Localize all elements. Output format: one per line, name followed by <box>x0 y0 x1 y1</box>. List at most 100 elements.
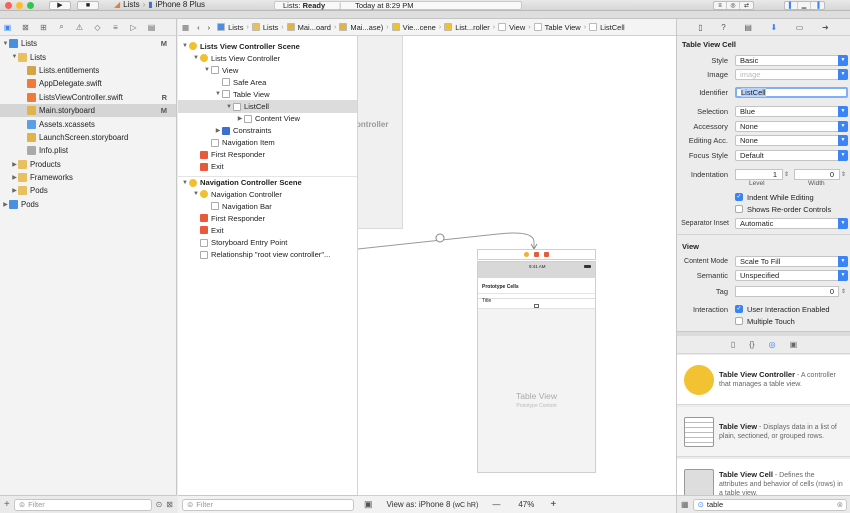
zoom-in-button[interactable]: + <box>550 499 556 510</box>
jump-bar-crumb[interactable]: List...roller <box>441 23 493 32</box>
indent-while-editing-checkbox[interactable]: ✓ <box>735 193 743 201</box>
outline-item[interactable]: Exit <box>178 161 357 173</box>
zoom-level[interactable]: 47% <box>518 500 534 509</box>
editing-accessory-popup[interactable]: None ▼ <box>735 134 848 146</box>
navigator-toggle-icon[interactable]: ▌ <box>785 2 798 9</box>
debug-navigator-tab-icon[interactable]: ≡ <box>111 23 120 32</box>
outline-item[interactable]: ▼ View <box>178 64 357 76</box>
indent-width-field[interactable]: 0 <box>794 168 840 180</box>
outline-item[interactable]: First Responder <box>178 212 357 224</box>
breakpoint-navigator-tab-icon[interactable]: ▷ <box>129 23 138 32</box>
outline-item[interactable]: Navigation Bar <box>178 200 357 212</box>
style-popup[interactable]: Basic ▼ <box>735 54 848 66</box>
navigator-item[interactable]: Info.plist <box>0 144 176 157</box>
navigator-item[interactable]: Main.storyboard M <box>0 103 176 118</box>
navigator-item[interactable]: ▶ Products <box>0 158 176 171</box>
outline-item[interactable]: Exit <box>178 224 357 236</box>
focus-style-popup[interactable]: Default ▼ <box>735 149 848 161</box>
tag-stepper[interactable]: ⇕ <box>841 288 846 295</box>
disclosure-triangle-icon[interactable]: ▶ <box>11 161 18 168</box>
first-responder-dock-icon[interactable] <box>534 252 539 257</box>
cell-resize-handle[interactable] <box>534 304 539 308</box>
outline-item[interactable]: First Responder <box>178 149 357 161</box>
indent-level-stepper[interactable]: ⇕ <box>784 171 789 178</box>
media-library-icon[interactable]: ▣ <box>790 340 798 349</box>
outline-item[interactable]: ▼ Navigation Controller <box>178 188 357 200</box>
zoom-window-button[interactable] <box>27 1 34 9</box>
disclosure-triangle-icon[interactable]: ▶ <box>11 187 18 194</box>
minimize-window-button[interactable] <box>16 1 23 9</box>
find-navigator-tab-icon[interactable]: ⌕ <box>57 22 66 32</box>
outline-scene[interactable]: ▼ Lists View Controller Scene <box>178 40 357 52</box>
stop-button[interactable]: ■ <box>77 0 99 10</box>
multiple-touch-checkbox[interactable] <box>735 317 743 325</box>
outline-item[interactable]: ▶ Content View <box>178 113 357 125</box>
accessory-popup[interactable]: None ▼ <box>735 120 848 132</box>
separator-inset-popup[interactable]: Automatic ▼ <box>735 217 848 229</box>
outline-item[interactable]: ▼ Table View <box>178 88 357 100</box>
navigator-item[interactable]: ▼ Lists <box>0 50 176 63</box>
navigator-item[interactable]: AppDelegate.swift <box>0 77 176 90</box>
navigator-item[interactable]: Assets.xcassets <box>0 117 176 130</box>
disclosure-triangle-icon[interactable]: ▼ <box>214 91 222 97</box>
shows-reorder-checkbox[interactable] <box>735 205 743 213</box>
navigator-item[interactable]: ▶ Frameworks <box>0 171 176 184</box>
disclosure-triangle-icon[interactable]: ▶ <box>214 127 222 134</box>
quick-help-tab-icon[interactable]: ? <box>721 23 725 32</box>
disclosure-triangle-icon[interactable]: ▼ <box>192 191 200 197</box>
disclosure-triangle-icon[interactable]: ▼ <box>2 41 9 47</box>
file-template-library-icon[interactable]: ▯ <box>731 340 735 349</box>
segue-icon[interactable] <box>435 233 445 243</box>
outline-item[interactable]: Relationship "root view controller"... <box>178 249 357 261</box>
panel-toggle-control[interactable]: ▌ ▁ ▐ <box>784 1 825 10</box>
scene-dock[interactable] <box>477 249 596 260</box>
close-window-button[interactable] <box>5 1 12 9</box>
library-item[interactable]: Table View - Displays data in a list of … <box>677 407 850 457</box>
jump-bar-crumb[interactable]: Mai...ase) <box>336 23 386 32</box>
view-controller-dock-icon[interactable] <box>524 252 529 257</box>
disclosure-triangle-icon[interactable]: ▼ <box>225 104 233 110</box>
disclosure-triangle-icon[interactable]: ▼ <box>11 54 18 60</box>
outline-scene[interactable]: ▼ Navigation Controller Scene <box>178 176 357 188</box>
content-mode-popup[interactable]: Scale To Fill ▼ <box>735 255 848 267</box>
jump-bar-crumb[interactable]: Table View <box>531 23 584 32</box>
inspector-toggle-icon[interactable]: ▐ <box>811 2 824 9</box>
object-library-icon[interactable]: ◎ <box>769 340 776 349</box>
navigation-bar[interactable]: 9:41 AM <box>478 262 595 278</box>
selection-popup[interactable]: Blue ▼ <box>735 105 848 117</box>
library-search-input[interactable]: ⊙ table ⊗ <box>692 498 847 511</box>
forward-icon[interactable]: › <box>204 23 215 32</box>
disclosure-triangle-icon[interactable]: ▶ <box>236 115 244 122</box>
lists-view-controller-scene[interactable]: 9:41 AM Prototype Cells Title Table View… <box>477 261 596 473</box>
jump-bar-crumb[interactable]: View <box>495 23 528 32</box>
attributes-inspector-tab-icon[interactable]: ⬇ <box>771 23 778 32</box>
project-navigator-tab-icon[interactable]: ▣ <box>3 23 12 32</box>
tag-field[interactable]: 0 <box>735 285 839 297</box>
disclosure-triangle-icon[interactable]: ▼ <box>181 180 189 186</box>
editor-mode-control[interactable]: ≡ ◎ ⇄ <box>713 1 754 10</box>
navigator-filter-input[interactable]: ⊜ Filter <box>13 498 152 511</box>
assistant-editor-icon[interactable]: ◎ <box>727 2 740 9</box>
indent-width-stepper[interactable]: ⇕ <box>841 171 846 178</box>
navigator-item[interactable]: LaunchScreen.storyboard <box>0 131 176 144</box>
clear-search-icon[interactable]: ⊗ <box>837 500 843 509</box>
version-editor-icon[interactable]: ⇄ <box>740 2 753 9</box>
jump-bar-crumb[interactable]: Lists <box>249 23 281 32</box>
jump-bar-crumb[interactable]: Lists <box>214 23 246 32</box>
identifier-field[interactable]: ListCell <box>735 86 848 98</box>
disclosure-triangle-icon[interactable]: ▼ <box>192 55 200 61</box>
grid-view-icon[interactable]: ▦ <box>681 500 689 509</box>
library-item[interactable]: Table View Controller - A controller tha… <box>677 355 850 405</box>
outline-item[interactable]: ▼ Lists View Controller <box>178 52 357 64</box>
disclosure-triangle-icon[interactable]: ▶ <box>2 201 9 208</box>
indent-level-field[interactable]: 1 <box>735 168 783 180</box>
jump-bar-crumb[interactable]: Mai...oard <box>284 23 334 32</box>
outline-item[interactable]: Navigation Item <box>178 137 357 149</box>
test-navigator-tab-icon[interactable]: ◇ <box>93 23 102 32</box>
run-button[interactable]: ▶ <box>49 0 71 10</box>
report-navigator-tab-icon[interactable]: ▤ <box>147 23 156 32</box>
disclosure-triangle-icon[interactable]: ▶ <box>11 174 18 181</box>
issue-navigator-tab-icon[interactable]: ⚠ <box>75 23 84 32</box>
view-as-device-button[interactable]: View as: iPhone 8 (wC hR) <box>387 500 479 509</box>
outline-item[interactable]: ▼ ListCell <box>178 100 357 113</box>
